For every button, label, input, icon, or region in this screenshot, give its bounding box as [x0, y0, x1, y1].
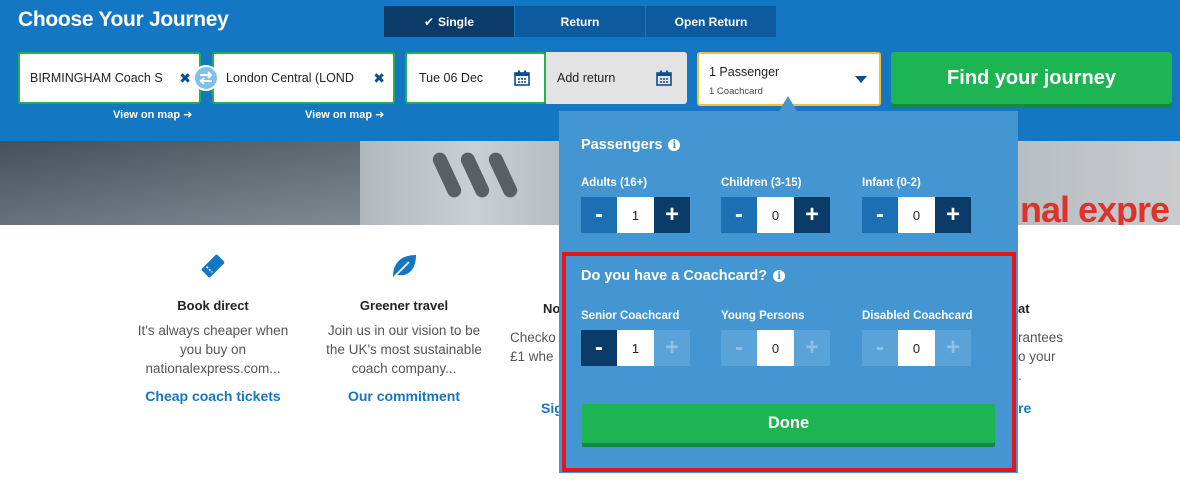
arrow-right-icon: ➜ [183, 109, 193, 121]
children-decrease-button[interactable]: - [721, 197, 757, 233]
feature-text-line: . [1018, 368, 1022, 383]
feature-text-line: nationalexpress.com... [145, 361, 281, 376]
feature-text-partial: Checko £1 whe [510, 328, 556, 366]
origin-view-on-map-label: View on map [113, 109, 181, 121]
origin-view-on-map-link[interactable]: View on map ➜ [113, 108, 192, 121]
origin-field[interactable]: BIRMINGHAM Coach S ✖ [18, 52, 201, 104]
info-icon[interactable]: i [668, 139, 681, 151]
add-return-field[interactable]: Add return [546, 52, 687, 104]
journey-type-tabs: ✔ Single Return Open Return [384, 6, 777, 37]
clear-origin-icon[interactable]: ✖ [179, 70, 191, 87]
feature-greener-travel: Greener travel Join us in our vision to … [309, 248, 499, 404]
infant-increase-button[interactable]: + [935, 197, 971, 233]
coachcard-summary: 1 Coachcard [709, 86, 763, 97]
passengers-summary: 1 Passenger [709, 65, 780, 79]
cheap-coach-tickets-link[interactable]: Cheap coach tickets [118, 388, 308, 404]
panel-pointer [779, 96, 797, 111]
feature-text-line: coach company... [351, 361, 457, 376]
feature-text-line: £1 whe [510, 349, 554, 364]
passengers-heading-label: Passengers [581, 137, 663, 153]
hero-vent-shape [486, 150, 520, 200]
passengers-heading: Passengers i [581, 137, 681, 153]
done-button[interactable]: Done [582, 404, 995, 443]
tab-open-return-label: Open Return [674, 14, 748, 29]
hero-brand-logo: nal expre [1020, 189, 1170, 225]
adults-stepper: - 1 + [581, 197, 690, 233]
feature-text-line: the UK's most sustainable [326, 342, 482, 357]
destination-field[interactable]: London Central (LOND ✖ [212, 52, 395, 104]
adults-label: Adults (16+) [581, 177, 648, 189]
feature-text-line: It's always cheaper when [137, 323, 289, 338]
adults-count[interactable]: 1 [617, 197, 654, 233]
swap-locations-button[interactable] [193, 65, 219, 91]
infant-count[interactable]: 0 [898, 197, 935, 233]
feature-link-partial[interactable]: re [1018, 400, 1031, 416]
infant-stepper: - 0 + [862, 197, 971, 233]
feature-text-line: rantees [1018, 330, 1064, 345]
feature-description: Join us in our vision to be the UK's mos… [309, 321, 499, 378]
outbound-date-field[interactable]: Tue 06 Dec [405, 52, 546, 104]
hero-vent-shape [430, 150, 464, 200]
chevron-down-icon [855, 76, 867, 83]
page-title: Choose Your Journey [18, 8, 229, 31]
tab-single[interactable]: ✔ Single [384, 6, 515, 37]
add-return-label: Add return [557, 71, 616, 85]
feature-text-partial: rantees o your . [1018, 328, 1063, 385]
origin-value: BIRMINGHAM Coach S [30, 71, 163, 85]
infant-decrease-button[interactable]: - [862, 197, 898, 233]
feature-text-line: Checko [510, 330, 556, 345]
feature-book-direct: Book direct It's always cheaper when you… [118, 248, 308, 404]
tab-open-return[interactable]: Open Return [646, 6, 777, 37]
feature-title-partial: at [1018, 301, 1030, 316]
ticket-icon [118, 248, 308, 284]
outbound-date-value: Tue 06 Dec [419, 71, 484, 85]
feature-text-line: o your [1018, 349, 1056, 364]
feature-title: Book direct [177, 298, 249, 313]
children-count[interactable]: 0 [757, 197, 794, 233]
destination-value: London Central (LOND [226, 71, 354, 85]
feature-title-partial: No [543, 301, 561, 316]
feature-description: It's always cheaper when you buy on nati… [118, 321, 308, 378]
adults-decrease-button[interactable]: - [581, 197, 617, 233]
children-stepper: - 0 + [721, 197, 830, 233]
feature-title: Greener travel [359, 298, 449, 313]
check-icon: ✔ [423, 14, 435, 29]
children-label: Children (3-15) [721, 177, 802, 189]
destination-view-on-map-link[interactable]: View on map ➜ [305, 108, 384, 121]
find-journey-button[interactable]: Find your journey [891, 52, 1172, 104]
infant-label: Infant (0-2) [862, 177, 921, 189]
feature-text-line: Join us in our vision to be [327, 323, 481, 338]
clear-destination-icon[interactable]: ✖ [373, 70, 385, 87]
tab-single-label: Single [438, 14, 475, 29]
children-increase-button[interactable]: + [794, 197, 830, 233]
hero-coach-window [0, 141, 360, 225]
tab-return[interactable]: Return [515, 6, 646, 37]
calendar-icon [514, 70, 530, 86]
arrow-right-icon: ➜ [375, 109, 385, 121]
hero-vent-shape [458, 150, 492, 200]
tab-return-label: Return [560, 14, 600, 29]
our-commitment-link[interactable]: Our commitment [309, 388, 499, 404]
feature-text-line: you buy on [179, 342, 247, 357]
leaf-icon [309, 248, 499, 284]
swap-icon [199, 71, 213, 85]
calendar-icon [656, 70, 672, 86]
destination-view-on-map-label: View on map [305, 109, 373, 121]
adults-increase-button[interactable]: + [654, 197, 690, 233]
